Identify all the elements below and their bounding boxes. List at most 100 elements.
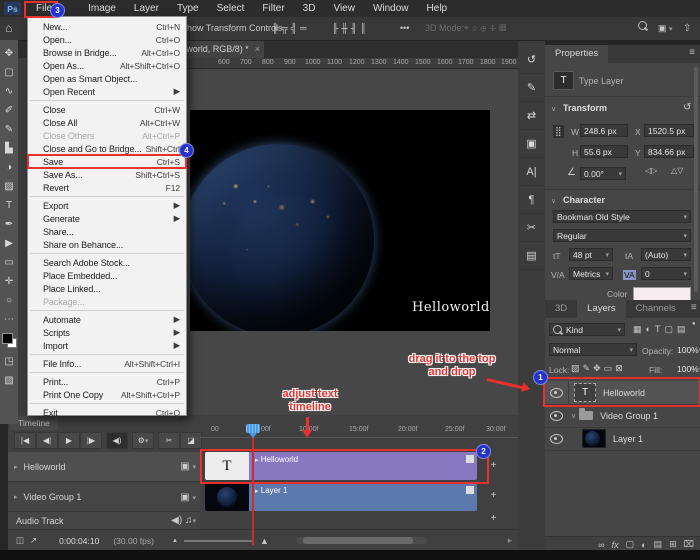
file-menu-item[interactable]: Close Ctrl+W: [28, 103, 186, 116]
zoom-out-icon[interactable]: ▲: [172, 538, 178, 544]
scroll-right-icon[interactable]: ▸: [508, 535, 512, 546]
tool-icon[interactable]: ▭: [0, 253, 18, 272]
tool-icon[interactable]: ▨: [0, 177, 18, 196]
leading-select[interactable]: (Auto)▾: [641, 248, 691, 261]
tool-icon[interactable]: ◑: [0, 158, 18, 177]
track-options-icon[interactable]: ▣ ▾: [180, 492, 196, 503]
menu-layer[interactable]: Layer: [125, 0, 168, 17]
file-menu-item[interactable]: [30, 403, 184, 404]
layer-name[interactable]: Helloworld: [603, 388, 645, 398]
collapsed-panel-icon[interactable]: ▤: [520, 242, 544, 270]
x-field[interactable]: 1520.5 px: [644, 124, 694, 137]
blend-mode-select[interactable]: Normal▾: [549, 343, 637, 356]
file-menu-item[interactable]: Scripts ▶: [28, 326, 186, 339]
screen-mode-icon[interactable]: ▧: [0, 371, 18, 390]
new-layer-icon[interactable]: ⊞: [669, 539, 677, 550]
angle-field[interactable]: 0.00°▾: [580, 167, 626, 180]
visibility-eye-icon[interactable]: [550, 434, 563, 444]
file-menu-item[interactable]: [30, 100, 184, 101]
menu-window[interactable]: Window: [364, 0, 418, 17]
chevron-down-icon[interactable]: ∨: [551, 197, 556, 205]
workspace-icon[interactable]: ▣ ▾: [658, 23, 673, 34]
file-menu-item[interactable]: [30, 253, 184, 254]
file-menu-item[interactable]: Open as Smart Object...: [28, 72, 186, 85]
collapsed-panel-icon[interactable]: ▣: [520, 130, 544, 158]
track-options-icon[interactable]: ▣ ▾: [180, 461, 196, 472]
properties-scrollbar[interactable]: [694, 67, 698, 292]
reference-point-icon[interactable]: ⣿: [553, 125, 564, 138]
tool-icon[interactable]: ▢: [0, 63, 18, 82]
file-menu-item[interactable]: Search Adobe Stock...: [28, 256, 186, 269]
tab-3d[interactable]: 3D: [545, 300, 577, 318]
layer-row-video-group[interactable]: ∨ Video Group 1: [545, 404, 700, 428]
panel-menu-icon[interactable]: ≡: [684, 45, 700, 63]
layer-name[interactable]: Video Group 1: [600, 411, 658, 421]
tool-icon[interactable]: ✎: [0, 120, 18, 139]
timeline-scrollbar[interactable]: [297, 537, 427, 544]
menu-3d[interactable]: 3D: [294, 0, 325, 17]
file-menu-item[interactable]: Share on Behance...: [28, 238, 186, 251]
export-arrow-icon[interactable]: ↗: [30, 535, 37, 546]
chevron-down-icon[interactable]: ∨: [571, 412, 576, 420]
collapsed-panel-icon[interactable]: ↺: [520, 46, 544, 74]
file-menu-item[interactable]: Close and Go to Bridge... Shift+Ctrl+W: [28, 142, 186, 155]
tool-icon[interactable]: T: [0, 196, 18, 215]
color-swatches[interactable]: [1, 332, 17, 348]
character-section-title[interactable]: Character: [563, 195, 605, 205]
file-menu-item[interactable]: Generate ▶: [28, 212, 186, 225]
previous-frame-button[interactable]: ◀|: [36, 432, 58, 449]
reset-transform-icon[interactable]: ↺: [683, 102, 691, 113]
search-icon[interactable]: [638, 21, 647, 32]
timeline-zoom-slider[interactable]: [184, 540, 254, 542]
file-menu-item[interactable]: Place Linked...: [28, 282, 186, 295]
audio-options-icon[interactable]: ◀) ♫▾: [171, 515, 196, 526]
quick-mask-icon[interactable]: ◳: [0, 352, 18, 371]
close-tab-icon[interactable]: ×: [255, 44, 260, 54]
width-field[interactable]: 248.6 px: [580, 124, 628, 137]
new-group-icon[interactable]: ▤: [654, 539, 663, 550]
tool-icon[interactable]: ✛: [0, 272, 18, 291]
share-icon[interactable]: ⇧: [683, 23, 691, 34]
file-menu-item[interactable]: Save Ctrl+S: [28, 155, 186, 168]
layer-row-helloworld[interactable]: T Helloworld: [545, 381, 700, 405]
tool-icon[interactable]: ⋯: [0, 310, 18, 329]
canvas-text-helloworld[interactable]: Helloworld: [412, 300, 490, 315]
delete-layer-icon[interactable]: ⌧: [684, 539, 694, 550]
height-field[interactable]: 55.6 px: [580, 145, 628, 158]
font-style-select[interactable]: Regular▾: [553, 229, 691, 242]
play-button[interactable]: ▶: [58, 432, 80, 449]
text-color-swatch[interactable]: [633, 287, 691, 301]
file-menu-item[interactable]: File Info... Alt+Shift+Ctrl+I: [28, 357, 186, 370]
fill-value[interactable]: 100%▾: [674, 362, 698, 375]
adjustment-layer-icon[interactable]: ◐: [641, 540, 646, 550]
collapsed-panel-icon[interactable]: ✎: [520, 74, 544, 102]
tab-properties[interactable]: Properties: [545, 45, 608, 63]
chevron-down-icon[interactable]: ∨: [551, 105, 556, 113]
file-menu-item[interactable]: [30, 354, 184, 355]
collapsed-panel-icon[interactable]: ✂: [520, 214, 544, 242]
filter-kind-select[interactable]: Kind▾: [549, 323, 625, 336]
layer-filter-icons[interactable]: ▦◐T▢▤: [633, 324, 689, 335]
tool-icon[interactable]: ○: [0, 291, 18, 310]
file-menu-item[interactable]: Place Embedded...: [28, 269, 186, 282]
file-menu-item[interactable]: Export ▶: [28, 199, 186, 212]
split-clip-scissors-icon[interactable]: ✂: [158, 432, 180, 449]
add-media-button[interactable]: +: [487, 459, 500, 472]
file-menu-item[interactable]: [30, 310, 184, 311]
opacity-value[interactable]: 100%▾: [674, 343, 698, 356]
file-menu-item[interactable]: Print One Copy Alt+Shift+Ctrl+P: [28, 388, 186, 401]
align-icons[interactable]: ╠╦╣═: [272, 23, 310, 33]
collapsed-panel-icon[interactable]: A|: [520, 158, 544, 186]
file-menu-item[interactable]: New... Ctrl+N: [28, 20, 186, 33]
menu-select[interactable]: Select: [208, 0, 254, 17]
menu-type[interactable]: Type: [168, 0, 208, 17]
kerning-select[interactable]: Metrics▾: [569, 267, 613, 280]
link-layers-icon[interactable]: ∞: [598, 540, 604, 550]
file-menu-item[interactable]: Close Others Alt+Ctrl+P: [28, 129, 186, 142]
lock-icons[interactable]: ▨✎✥▭⊠: [571, 363, 626, 374]
transition-icon[interactable]: ◪: [180, 432, 202, 449]
menu-filter[interactable]: Filter: [253, 0, 293, 17]
layer-name[interactable]: Layer 1: [613, 434, 643, 444]
tool-icon[interactable]: ✒: [0, 215, 18, 234]
menu-image[interactable]: Image: [79, 0, 125, 17]
